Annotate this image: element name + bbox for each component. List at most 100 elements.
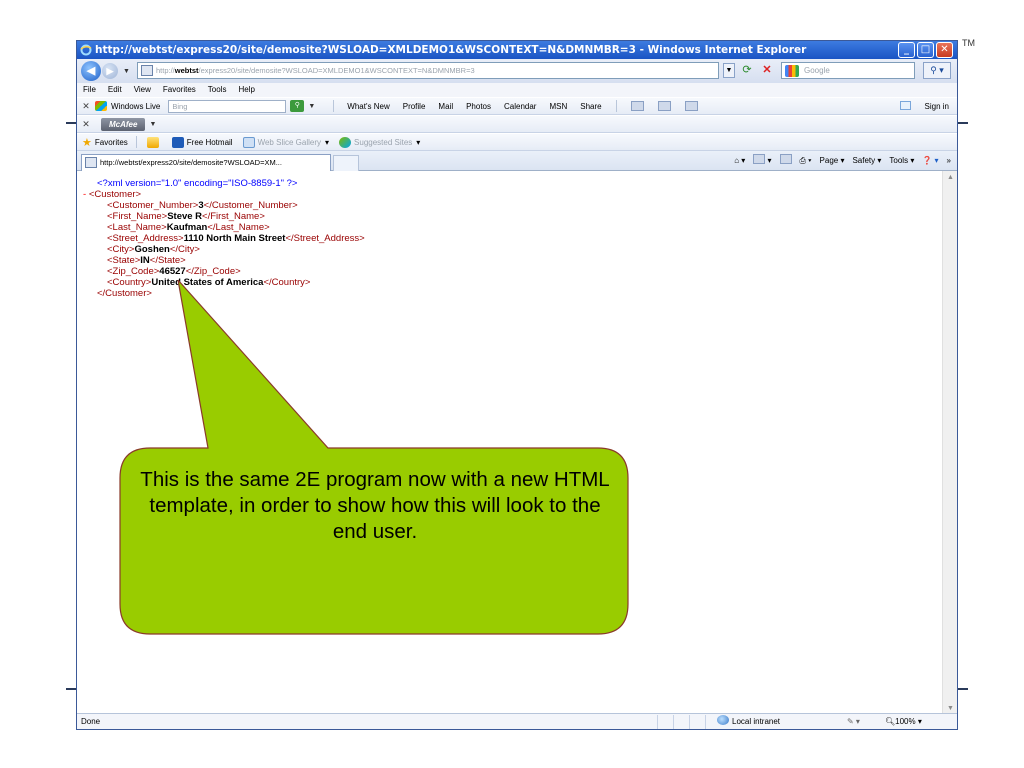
- menu-view[interactable]: View: [134, 83, 151, 97]
- link-photos[interactable]: Photos: [466, 102, 491, 111]
- windows-live-toolbar: ✕ Windows Live Bing ⚲ ▼ What's New Profi…: [77, 97, 957, 115]
- stop-icon[interactable]: ✕: [759, 63, 775, 78]
- browser-window: http://webtst/express20/site/demosite?WS…: [76, 40, 958, 730]
- address-toolbar: ◀ ▶ ▼ http://webtst/express20/site/demos…: [77, 59, 957, 83]
- home-icon[interactable]: ⌂ ▾: [734, 151, 745, 171]
- scroll-up-icon[interactable]: ▲: [945, 173, 956, 184]
- status-text: Done: [81, 717, 101, 726]
- protected-mode-icon[interactable]: ✎ ▾: [847, 714, 860, 729]
- toolbar-separator: [615, 100, 617, 112]
- xml-root-open: - <Customer>: [83, 189, 142, 200]
- windows-live-brand[interactable]: Windows Live: [111, 102, 160, 111]
- security-zone[interactable]: Local intranet: [717, 714, 780, 729]
- favorites-star-icon: ★: [82, 136, 92, 149]
- mail-icon[interactable]: [657, 101, 671, 111]
- status-divider: [673, 715, 674, 729]
- link-whats-new[interactable]: What's New: [347, 102, 389, 111]
- help-icon[interactable]: ❓ ▾: [922, 151, 938, 171]
- zoom-control[interactable]: 🔍︎100% ▾: [885, 714, 922, 729]
- back-button[interactable]: ◀: [81, 61, 101, 81]
- address-dropdown-button[interactable]: ▼: [723, 63, 735, 78]
- safety-menu[interactable]: Safety ▾: [852, 151, 881, 171]
- status-divider: [657, 715, 658, 729]
- history-dropdown-icon[interactable]: ▼: [123, 68, 130, 75]
- xml-line: <Zip_Code>46527</Zip_Code>: [107, 266, 241, 277]
- tools-menu[interactable]: Tools ▾: [889, 151, 914, 171]
- search-input[interactable]: Google: [781, 62, 915, 79]
- window-title: http://webtst/express20/site/demosite?WS…: [95, 44, 807, 56]
- favorite-web-slice-gallery[interactable]: Web Slice Gallery ▾: [242, 136, 329, 148]
- top-left-rule: [66, 122, 76, 124]
- xml-viewer: <?xml version="1.0" encoding="ISO-8859-1…: [77, 171, 957, 717]
- maximize-button[interactable]: □: [917, 42, 934, 58]
- tab-row: http://webtst/express20/site/demosite?WS…: [77, 151, 957, 171]
- bottom-left-rule: [66, 688, 76, 690]
- command-bar: ⌂ ▾ ▾ ⎙ ▾ Page ▾ Safety ▾ Tools ▾ ❓ ▾ »: [734, 151, 951, 171]
- close-toolbar-icon[interactable]: ✕: [77, 119, 95, 130]
- add-favorites-icon[interactable]: [146, 136, 162, 148]
- ie-icon: [242, 136, 255, 148]
- mcafee-dropdown-icon[interactable]: ▼: [149, 121, 156, 128]
- xml-line: <Country>United States of America</Count…: [107, 277, 311, 288]
- toolbar-separator: [135, 136, 137, 148]
- link-share[interactable]: Share: [580, 102, 601, 111]
- bing-search-button[interactable]: ⚲: [290, 100, 305, 112]
- menu-bar: File Edit View Favorites Tools Help: [77, 83, 957, 97]
- xml-line: <City>Goshen</City>: [107, 244, 200, 255]
- favorites-button[interactable]: Favorites: [95, 138, 128, 147]
- link-msn[interactable]: MSN: [549, 102, 567, 111]
- status-divider: [705, 715, 706, 729]
- feeds-icon[interactable]: ▾: [753, 151, 772, 171]
- page-icon: [85, 157, 97, 168]
- menu-help[interactable]: Help: [238, 83, 254, 97]
- title-bar[interactable]: http://webtst/express20/site/demosite?WS…: [77, 41, 957, 59]
- xml-declaration: <?xml version="1.0" encoding="ISO-8859-1…: [97, 178, 298, 189]
- sign-in-button[interactable]: Sign in: [899, 98, 949, 116]
- messenger-icon[interactable]: [684, 101, 698, 111]
- ie-logo-icon: [80, 44, 92, 56]
- collapse-toggle[interactable]: -: [83, 189, 86, 200]
- chevron-more-icon[interactable]: »: [947, 151, 951, 171]
- callout-text: This is the same 2E program now with a n…: [140, 468, 610, 543]
- bing-dropdown-icon[interactable]: ▼: [308, 103, 315, 110]
- minimize-button[interactable]: _: [898, 42, 915, 58]
- menu-file[interactable]: File: [83, 83, 96, 97]
- status-divider: [689, 715, 690, 729]
- google-icon: [785, 65, 799, 77]
- trademark-mark: TM: [962, 38, 975, 48]
- top-right-rule: [958, 122, 968, 124]
- close-toolbar-icon[interactable]: ✕: [77, 101, 95, 112]
- status-bar: Done Local intranet ✎ ▾ 🔍︎100% ▾: [77, 713, 957, 729]
- slide: TM http://webtst/express20/site/demosite…: [0, 0, 1024, 768]
- xml-line: <Last_Name>Kaufman</Last_Name>: [107, 222, 270, 233]
- mcafee-button[interactable]: McAfee: [101, 117, 146, 131]
- search-icon[interactable]: ⚲ ▾: [923, 62, 951, 79]
- bottom-right-rule: [958, 688, 968, 690]
- bing-search-input[interactable]: Bing: [168, 99, 287, 113]
- close-button[interactable]: ✕: [936, 42, 953, 58]
- xml-line: <Customer_Number>3</Customer_Number>: [107, 200, 298, 211]
- favorite-suggested-sites[interactable]: Suggested Sites ▾: [339, 136, 420, 148]
- forward-button[interactable]: ▶: [102, 63, 118, 79]
- tab-current[interactable]: http://webtst/express20/site/demosite?WS…: [81, 154, 331, 171]
- vertical-scrollbar[interactable]: ▲ ▼: [942, 171, 957, 717]
- menu-edit[interactable]: Edit: [108, 83, 122, 97]
- hotmail-icon: [171, 136, 184, 148]
- favorites-bar: ★ Favorites Free Hotmail Web Slice Galle…: [77, 133, 957, 151]
- print-icon[interactable]: ⎙ ▾: [800, 151, 812, 171]
- menu-favorites[interactable]: Favorites: [163, 83, 196, 97]
- new-tab-button[interactable]: [333, 155, 359, 171]
- link-profile[interactable]: Profile: [403, 102, 426, 111]
- blog-icon[interactable]: [630, 101, 644, 111]
- link-calendar[interactable]: Calendar: [504, 102, 536, 111]
- menu-tools[interactable]: Tools: [208, 83, 227, 97]
- intranet-globe-icon: [717, 715, 729, 725]
- page-menu[interactable]: Page ▾: [820, 151, 845, 171]
- favorite-free-hotmail[interactable]: Free Hotmail: [171, 136, 233, 148]
- read-mail-icon[interactable]: [779, 151, 792, 171]
- address-input[interactable]: http://webtst/express20/site/demosite?WS…: [137, 62, 719, 79]
- xml-line: <State>IN</State>: [107, 255, 186, 266]
- refresh-icon[interactable]: ⟳: [739, 63, 755, 78]
- mcafee-toolbar: ✕ McAfee ▼: [77, 115, 957, 133]
- link-mail[interactable]: Mail: [438, 102, 453, 111]
